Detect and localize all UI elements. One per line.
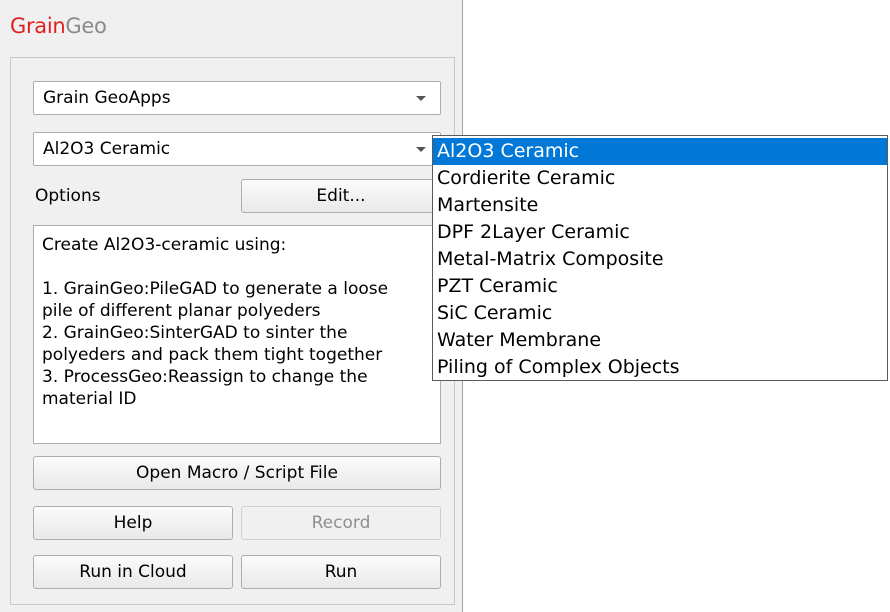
dropdown-item-water-membrane[interactable]: Water Membrane (433, 327, 887, 354)
description-textbox[interactable]: Create Al2O3-ceramic using: 1. GrainGeo:… (33, 225, 441, 444)
help-button[interactable]: Help (33, 506, 233, 540)
description-line: 3. ProcessGeo:Reassign to change the (42, 367, 368, 387)
dropdown-item-dpf-2layer-ceramic[interactable]: DPF 2Layer Ceramic (433, 219, 887, 246)
chevron-down-icon (416, 147, 426, 152)
dropdown-item-cordierite-ceramic[interactable]: Cordierite Ceramic (433, 165, 887, 192)
app-dropdown-list: Al2O3 Ceramic Cordierite Ceramic Martens… (432, 135, 888, 381)
description-line: pile of different planar polyeders (42, 301, 321, 321)
dropdown-item-martensite[interactable]: Martensite (433, 192, 887, 219)
description-line: polyeders and pack them tight together (42, 345, 383, 365)
title-grain: Grain (10, 14, 66, 38)
app-combobox[interactable]: Al2O3 Ceramic (33, 132, 441, 166)
open-macro-button[interactable]: Open Macro / Script File (33, 456, 441, 490)
category-combobox[interactable]: Grain GeoApps (33, 81, 441, 115)
run-in-cloud-button[interactable]: Run in Cloud (33, 555, 233, 589)
description-line: 1. GrainGeo:PileGAD to generate a loose (42, 279, 389, 299)
dropdown-item-metal-matrix-composite[interactable]: Metal-Matrix Composite (433, 246, 887, 273)
description-line: material ID (42, 389, 137, 409)
chevron-down-icon (416, 96, 426, 101)
description-line: Create Al2O3-ceramic using: (42, 235, 287, 255)
title-geo: Geo (65, 14, 107, 38)
record-button[interactable]: Record (241, 506, 441, 540)
category-combobox-value: Grain GeoApps (43, 88, 171, 108)
dropdown-item-piling-of-complex-objects[interactable]: Piling of Complex Objects (433, 354, 887, 381)
edit-options-button[interactable]: Edit... (241, 179, 441, 213)
panel-title: GrainGeo (10, 14, 107, 38)
graingeo-panel: GrainGeo Grain GeoApps Al2O3 Ceramic Opt… (0, 0, 463, 612)
app-combobox-value: Al2O3 Ceramic (43, 139, 171, 159)
run-button[interactable]: Run (241, 555, 441, 589)
options-label: Options (35, 186, 101, 206)
dropdown-item-pzt-ceramic[interactable]: PZT Ceramic (433, 273, 887, 300)
dropdown-item-sic-ceramic[interactable]: SiC Ceramic (433, 300, 887, 327)
description-line: 2. GrainGeo:SinterGAD to sinter the (42, 323, 348, 343)
dropdown-item-al2o3-ceramic[interactable]: Al2O3 Ceramic (433, 138, 887, 165)
